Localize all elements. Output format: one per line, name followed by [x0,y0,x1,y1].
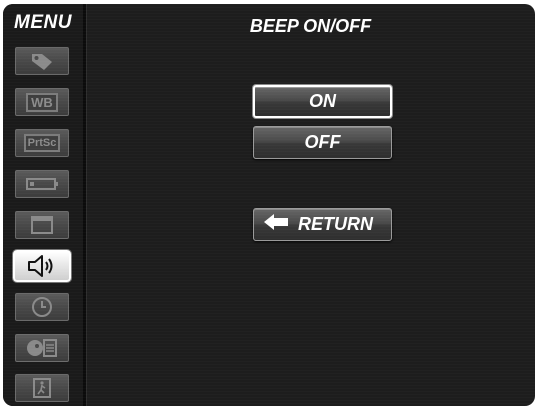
screen-icon [30,215,54,235]
exit-icon [31,377,53,399]
sidebar-divider [83,4,86,406]
arrow-left-icon [262,213,290,236]
menu-item-sound[interactable] [13,250,71,282]
device-screen: MENU WB PrtSc BEEP ON/OFF ON OFF RETURN [3,4,535,406]
beep-off-label: OFF [304,132,341,152]
return-button[interactable]: RETURN [253,208,392,241]
battery-icon [25,176,59,192]
beep-on-button[interactable]: ON [253,85,392,118]
language-icon [25,337,59,359]
tag-icon [29,51,55,71]
menu-item-screen[interactable] [15,211,69,239]
print-screen-icon: PrtSc [23,134,61,152]
menu-sidebar: MENU WB PrtSc [3,4,83,406]
screen-title: BEEP ON/OFF [249,16,372,36]
menu-item-white-balance[interactable]: WB [15,88,69,116]
menu-title: MENU [14,12,72,33]
speaker-icon [25,254,59,278]
beep-off-button[interactable]: OFF [253,126,392,159]
white-balance-icon: WB [26,92,58,112]
menu-item-exit[interactable] [15,374,69,402]
menu-item-clock[interactable] [15,293,69,321]
menu-item-print-screen[interactable]: PrtSc [15,129,69,157]
menu-item-language[interactable] [15,334,69,362]
beep-on-label: ON [309,91,336,111]
clock-icon [31,296,53,318]
return-label: RETURN [298,214,373,234]
menu-item-tag[interactable] [15,47,69,75]
menu-item-battery[interactable] [15,170,69,198]
